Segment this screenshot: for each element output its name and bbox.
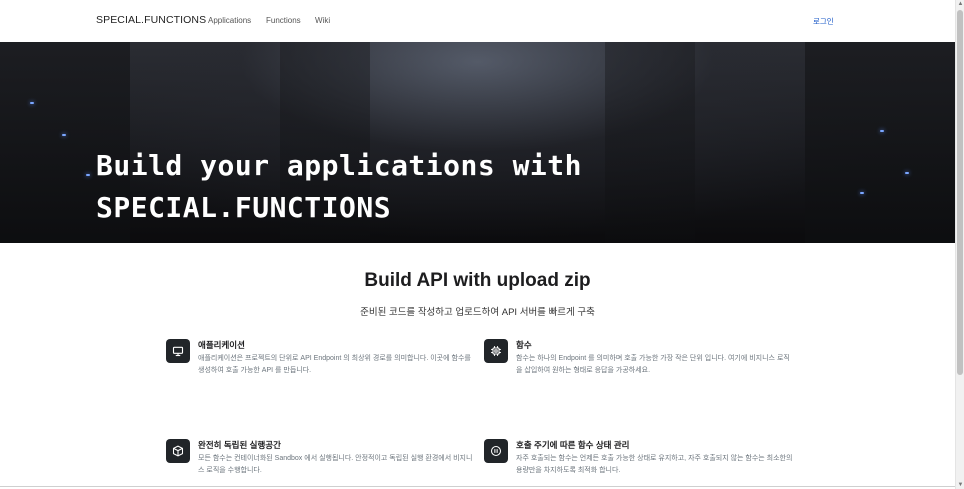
feature-description: 애플리케이션은 프로젝트의 단위로 API Endpoint 의 최상위 경로를…	[198, 355, 471, 374]
login-link[interactable]: 로그인	[813, 16, 834, 27]
hero-title: Build your applications with SPECIAL.FUN…	[96, 145, 582, 229]
feature-description: 모든 함수는 컨테이너화된 Sandbox 에서 실행됩니다. 안정적이고 독립…	[198, 455, 473, 474]
scroll-thumb[interactable]	[957, 10, 963, 375]
section-subtitle: 준비된 코드를 작성하고 업로드하여 API 서버를 빠르게 구축	[360, 307, 595, 318]
page: SPECIAL.FUNCTIONS Applications Functions…	[0, 0, 955, 489]
feature-title: 완전히 독립된 실행공간	[198, 440, 281, 450]
hero-title-line1: Build your applications with	[96, 149, 583, 182]
hero-bg-rack	[605, 42, 695, 243]
hero-banner: Build your applications with SPECIAL.FUN…	[0, 42, 955, 243]
divider	[0, 486, 955, 487]
feature-title: 호출 주기에 따른 함수 상태 관리	[516, 440, 630, 450]
box-icon	[166, 439, 190, 463]
scroll-down-arrow-icon[interactable]: ▼	[957, 481, 964, 489]
feature-description: 자주 호출되는 함수는 언제든 호출 가능한 상태로 유지하고, 자주 호출되지…	[516, 455, 793, 474]
vertical-scrollbar[interactable]: ▲ ▼	[955, 0, 964, 489]
server-light	[905, 172, 909, 174]
scroll-up-arrow-icon[interactable]: ▲	[957, 0, 964, 8]
server-light	[860, 192, 864, 194]
hero-bg-rack	[805, 42, 955, 243]
feature-title: 함수	[516, 340, 532, 350]
nav-wiki[interactable]: Wiki	[315, 16, 330, 25]
nav-functions[interactable]: Functions	[266, 16, 301, 25]
hero-title-line2: SPECIAL.FUNCTIONS	[96, 191, 392, 224]
server-light	[30, 102, 34, 104]
section-title: Build API with upload zip	[364, 270, 591, 291]
cpu-icon	[484, 339, 508, 363]
brand-logo[interactable]: SPECIAL.FUNCTIONS	[96, 14, 206, 26]
server-light	[86, 174, 90, 176]
server-light	[880, 130, 884, 132]
server-light	[62, 134, 66, 136]
top-navbar: SPECIAL.FUNCTIONS Applications Functions…	[0, 0, 955, 42]
pause-circle-icon	[484, 439, 508, 463]
monitor-icon	[166, 339, 190, 363]
nav-applications[interactable]: Applications	[208, 16, 251, 25]
feature-description: 함수는 하나의 Endpoint 를 의미하며 호출 가능한 가장 작은 단위 …	[516, 355, 790, 374]
feature-title: 애플리케이션	[198, 340, 245, 350]
